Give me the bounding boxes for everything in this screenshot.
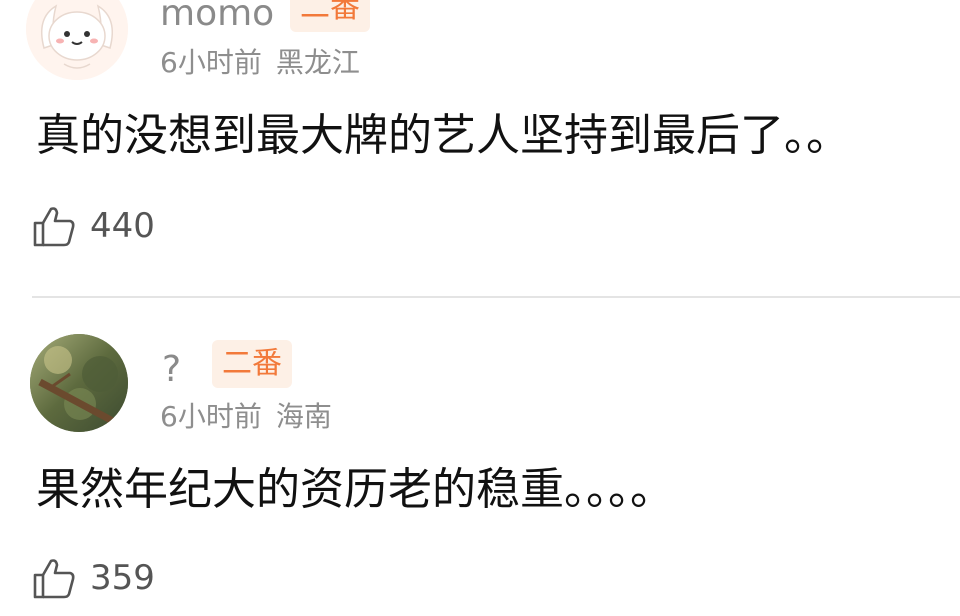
tree-photo-avatar-icon [30, 334, 128, 432]
like-count: 440 [90, 206, 155, 246]
comment-meta: 6小时前 海南 [160, 402, 332, 432]
username[interactable]: ? [162, 352, 181, 388]
like-button[interactable]: 359 [32, 556, 155, 600]
comment-divider [32, 296, 960, 298]
comment-item: ? 二番 6小时前 海南 果然年纪大的资历老的稳重。。。。 359 [0, 300, 960, 616]
username[interactable]: momo [160, 0, 274, 32]
comment-text: 果然年纪大的资历老的稳重。。。。 [36, 464, 674, 515]
rank-badge: 二番 [290, 0, 370, 32]
comment-location: 黑龙江 [275, 46, 360, 79]
comment-item: momo 二番 6小时前 黑龙江 真的没想到最大牌的艺人坚持到最后了。。 440 [0, 0, 960, 296]
comment-time: 6小时前 [160, 400, 262, 433]
avatar[interactable] [26, 0, 128, 80]
like-count: 359 [90, 558, 155, 598]
comment-location: 海南 [275, 400, 332, 433]
thumbs-up-icon [32, 204, 76, 248]
puppy-avatar-icon [26, 0, 128, 80]
comment-time: 6小时前 [160, 46, 262, 79]
rank-badge: 二番 [212, 340, 292, 388]
thumbs-up-icon [32, 556, 76, 600]
comment-meta: 6小时前 黑龙江 [160, 48, 360, 78]
comment-text: 真的没想到最大牌的艺人坚持到最后了。。 [36, 110, 850, 161]
like-button[interactable]: 440 [32, 204, 155, 248]
avatar[interactable] [30, 334, 128, 432]
